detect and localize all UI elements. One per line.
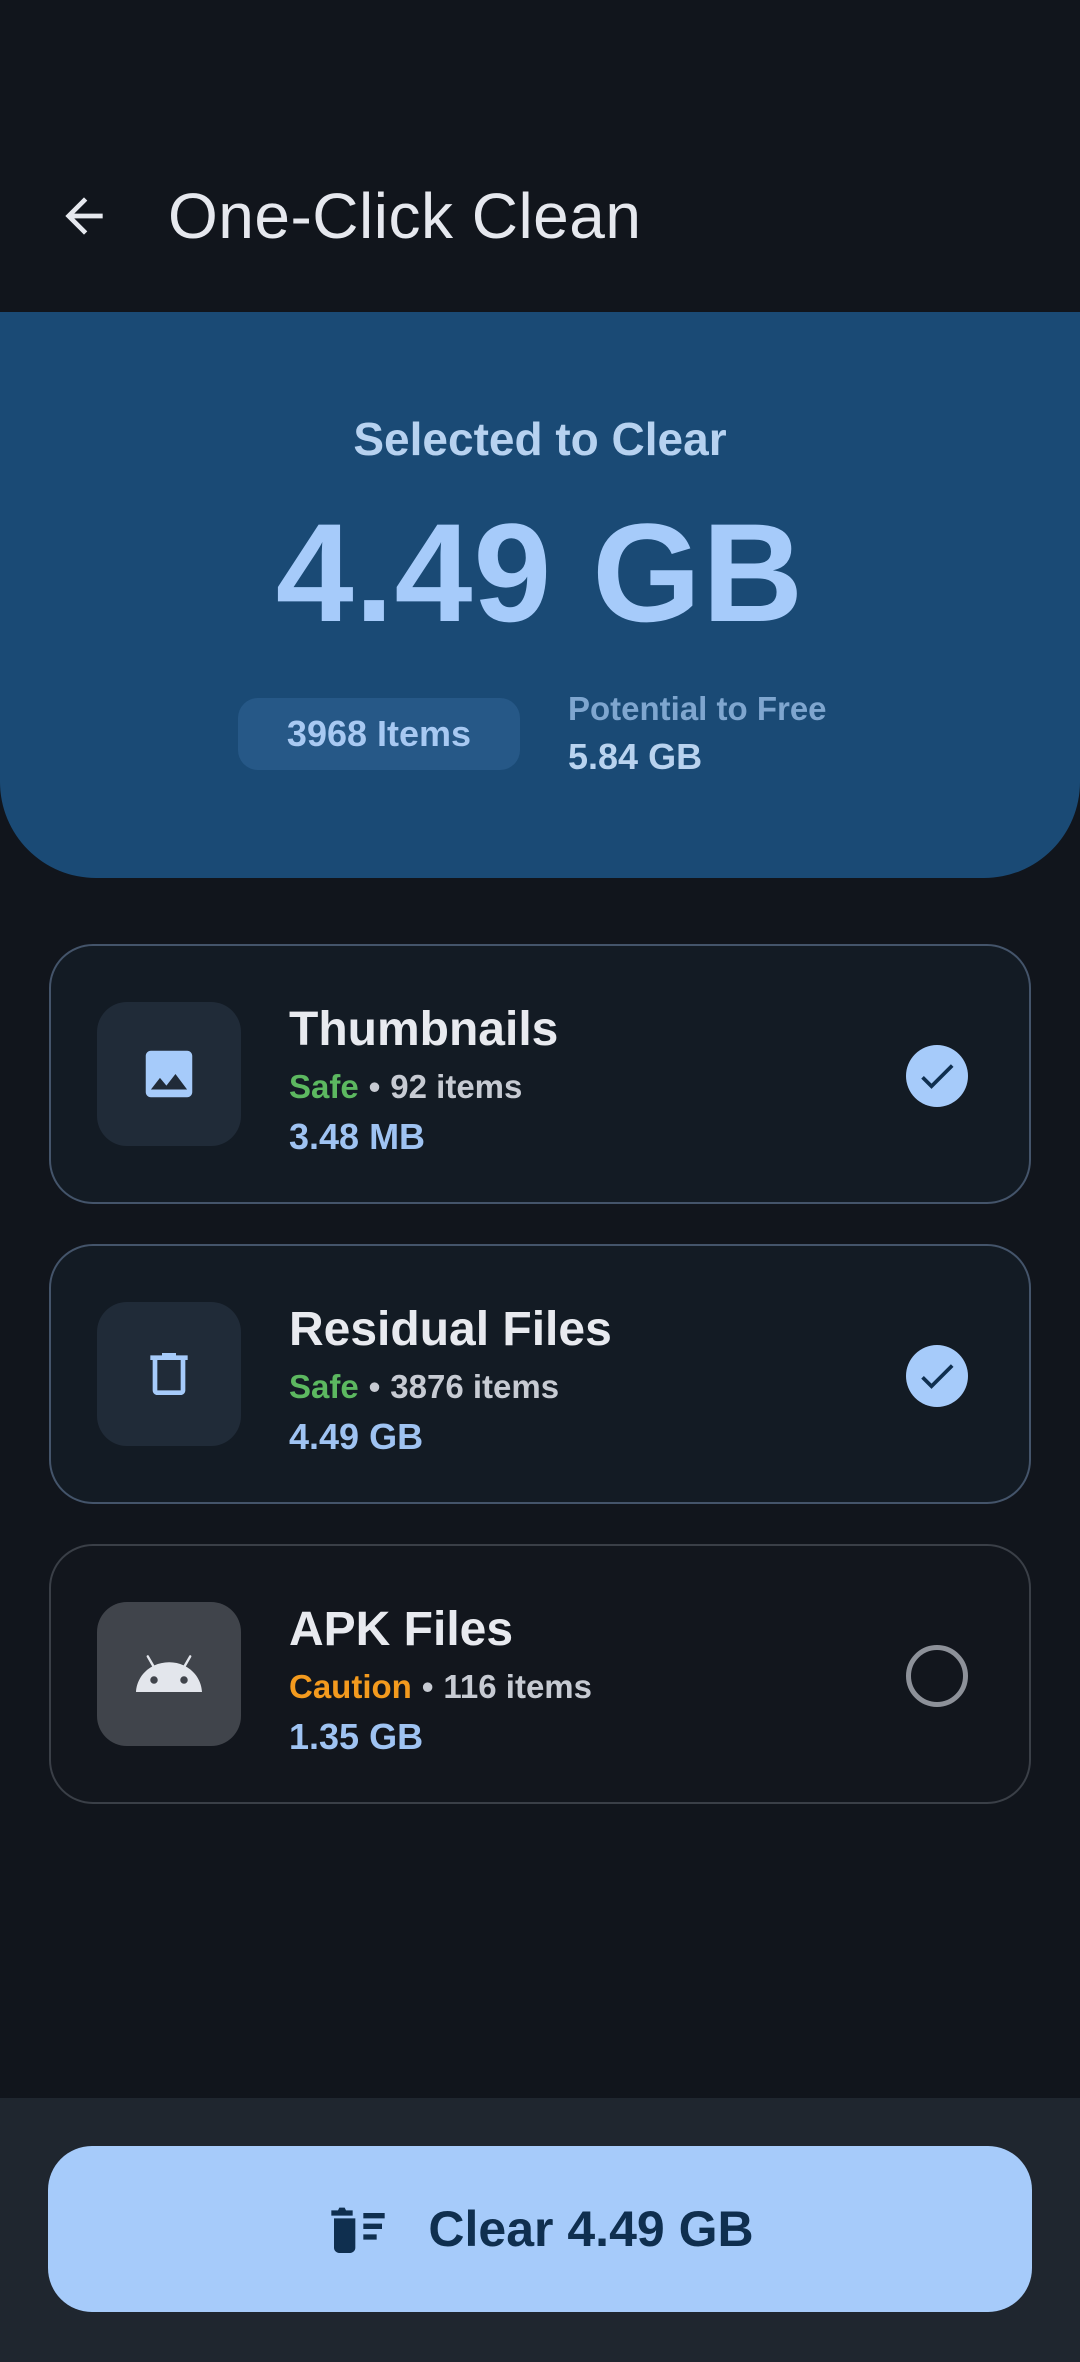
trash-icon [150, 1353, 188, 1395]
separator-dot: • [421, 1668, 434, 1705]
category-icon-tile [97, 1602, 241, 1746]
category-meta: Caution • 116 items [289, 1668, 592, 1706]
category-title: Residual Files [289, 1303, 612, 1356]
category-card-apk-files[interactable]: APK Files Caution • 116 items 1.35 GB [49, 1544, 1031, 1804]
image-icon [145, 1050, 193, 1098]
category-card-residual-files[interactable]: Residual Files Safe • 3876 items 4.49 GB [49, 1244, 1031, 1504]
unselected-checkbox[interactable] [906, 1645, 968, 1707]
category-icon-tile [97, 1002, 241, 1146]
item-count: 92 items [390, 1068, 523, 1105]
android-icon [136, 1655, 202, 1692]
arrow-back-icon [65, 197, 103, 235]
check-icon [921, 1064, 954, 1089]
item-count: 3876 items [390, 1368, 560, 1405]
status-badge: Safe [289, 1368, 359, 1405]
category-meta: Safe • 92 items [289, 1068, 522, 1106]
status-badge: Safe [289, 1068, 359, 1105]
bottom-action-bar: Clear 4.49 GB [0, 2098, 1080, 2362]
category-size: 1.35 GB [289, 1716, 424, 1757]
items-count-chip: 3968 Items [238, 698, 520, 770]
delete-sweep-icon [331, 2207, 386, 2253]
summary-label: Selected to Clear [353, 413, 727, 465]
category-title: Thumbnails [289, 1003, 559, 1056]
category-meta: Safe • 3876 items [289, 1368, 559, 1406]
category-icon-tile [97, 1302, 241, 1446]
screen: One-Click Clean Selected to Clear 4.49 G… [0, 0, 1080, 2362]
clear-button[interactable]: Clear 4.49 GB [48, 2146, 1032, 2312]
clear-button-label: Clear 4.49 GB [428, 2201, 754, 2257]
app-bar: One-Click Clean [0, 0, 1080, 312]
selected-checkbox[interactable] [906, 1345, 968, 1407]
category-card-thumbnails[interactable]: Thumbnails Safe • 92 items 3.48 MB [49, 944, 1031, 1204]
category-title: APK Files [289, 1603, 514, 1656]
category-size: 4.49 GB [289, 1416, 424, 1457]
item-count: 116 items [443, 1668, 593, 1705]
page-title: One-Click Clean [168, 180, 642, 252]
summary-panel: Selected to Clear 4.49 GB 3968 Items Pot… [0, 312, 1080, 878]
category-size: 3.48 MB [289, 1116, 426, 1157]
check-icon [921, 1364, 954, 1389]
summary-size: 4.49 GB [275, 494, 805, 651]
separator-dot: • [368, 1368, 381, 1405]
back-button[interactable] [44, 176, 124, 256]
separator-dot: • [368, 1068, 381, 1105]
potential-label: Potential to Free [568, 690, 827, 727]
potential-value: 5.84 GB [568, 736, 703, 777]
selected-checkbox[interactable] [906, 1045, 968, 1107]
status-badge: Caution [289, 1668, 412, 1705]
